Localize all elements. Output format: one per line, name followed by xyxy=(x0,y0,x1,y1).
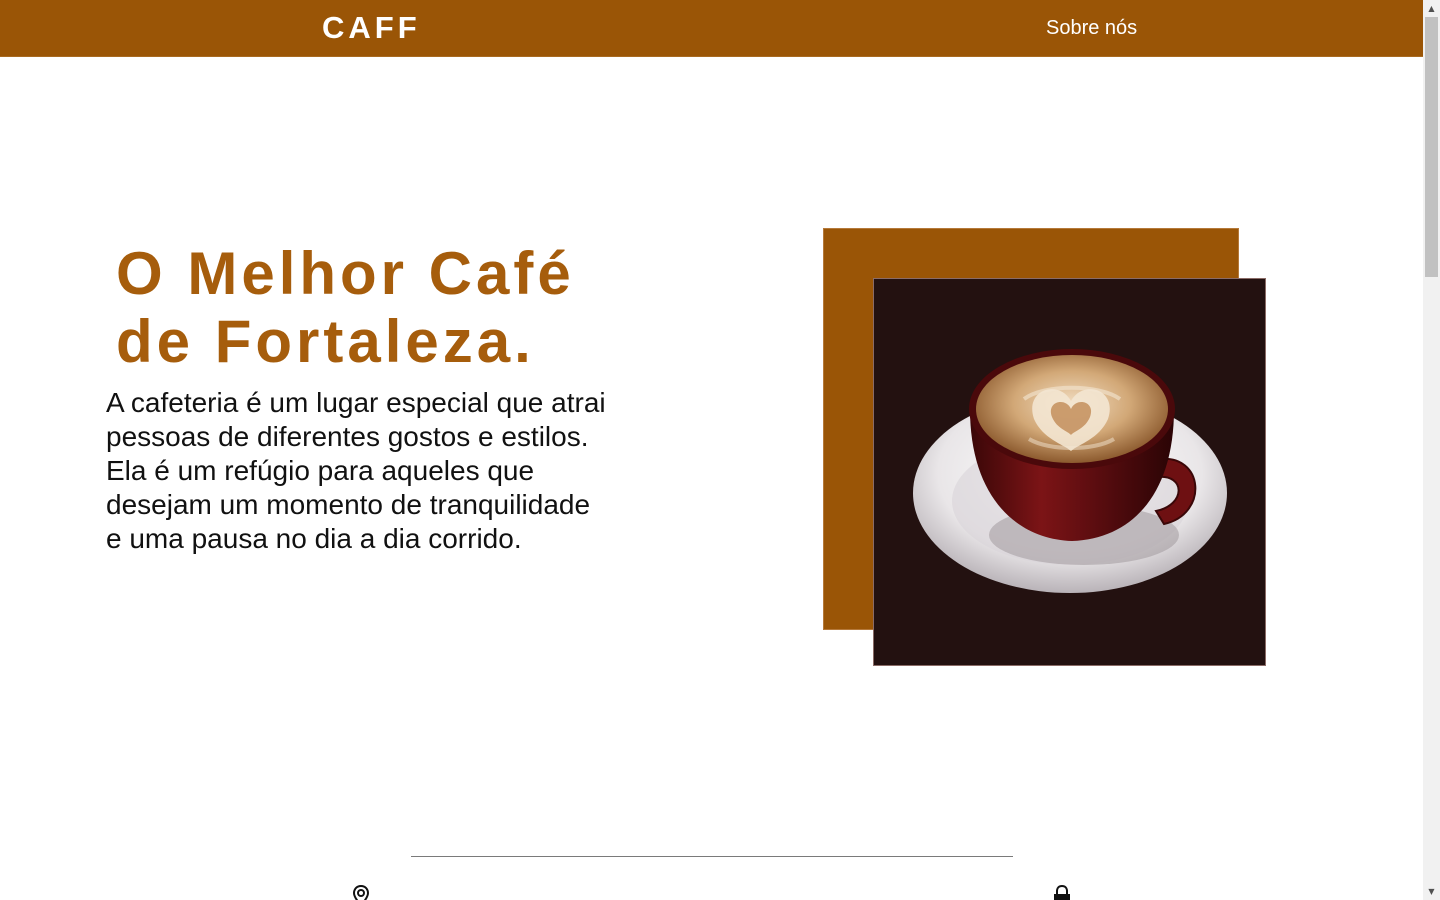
lock-icon xyxy=(1051,884,1073,900)
hero-description: A cafeteria é um lugar especial que atra… xyxy=(106,387,606,554)
nav-link-sobre-nos[interactable]: Sobre nós xyxy=(1046,16,1137,40)
scroll-thumb[interactable] xyxy=(1425,17,1438,277)
location-pin-icon xyxy=(350,884,372,900)
navbar: CAFF Sobre nós xyxy=(0,0,1423,57)
page: CAFF Sobre nós O Melhor Café de Fortalez… xyxy=(0,0,1423,900)
scroll-up-button[interactable]: ▲ xyxy=(1423,0,1440,17)
cappuccino-cup-image xyxy=(913,349,1227,593)
hero-title: O Melhor Café de Fortaleza. xyxy=(116,240,575,375)
hero-image xyxy=(873,278,1266,666)
section-divider xyxy=(411,856,1013,857)
scroll-down-button[interactable]: ▼ xyxy=(1423,883,1440,900)
vertical-scrollbar[interactable]: ▲ ▼ xyxy=(1423,0,1440,900)
brand-logo[interactable]: CAFF xyxy=(322,9,421,47)
